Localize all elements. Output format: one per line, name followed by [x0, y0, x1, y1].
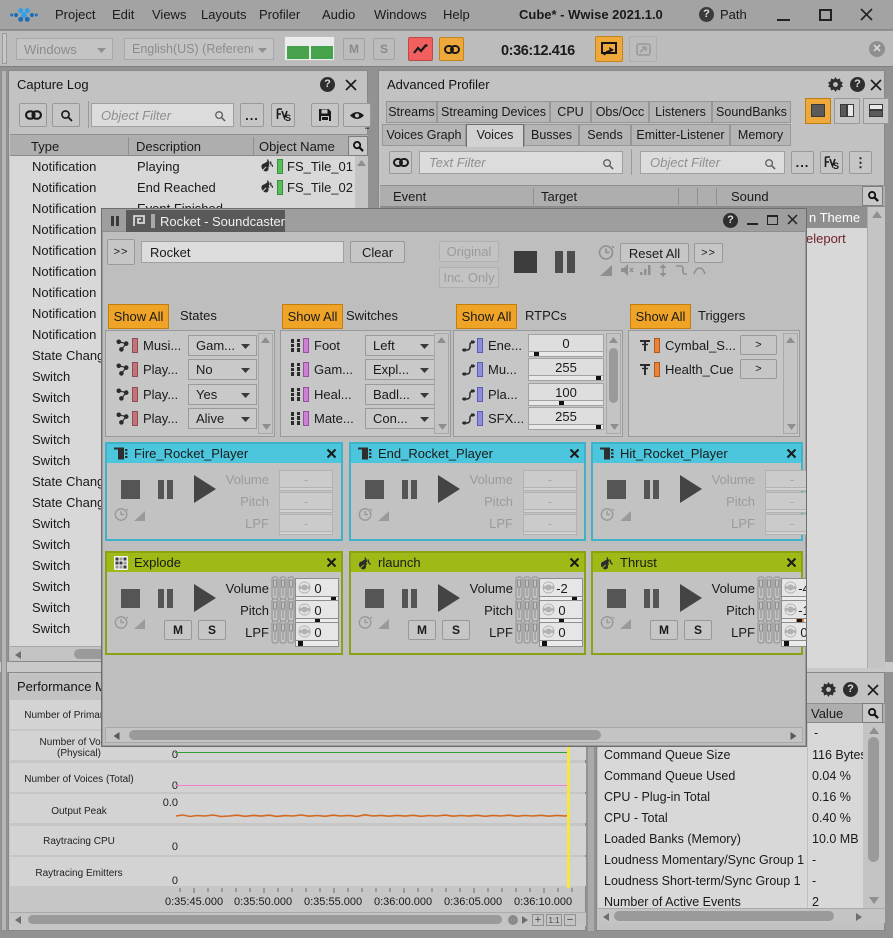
svg-text:S: S	[833, 161, 839, 170]
svg-text:S: S	[285, 113, 291, 122]
